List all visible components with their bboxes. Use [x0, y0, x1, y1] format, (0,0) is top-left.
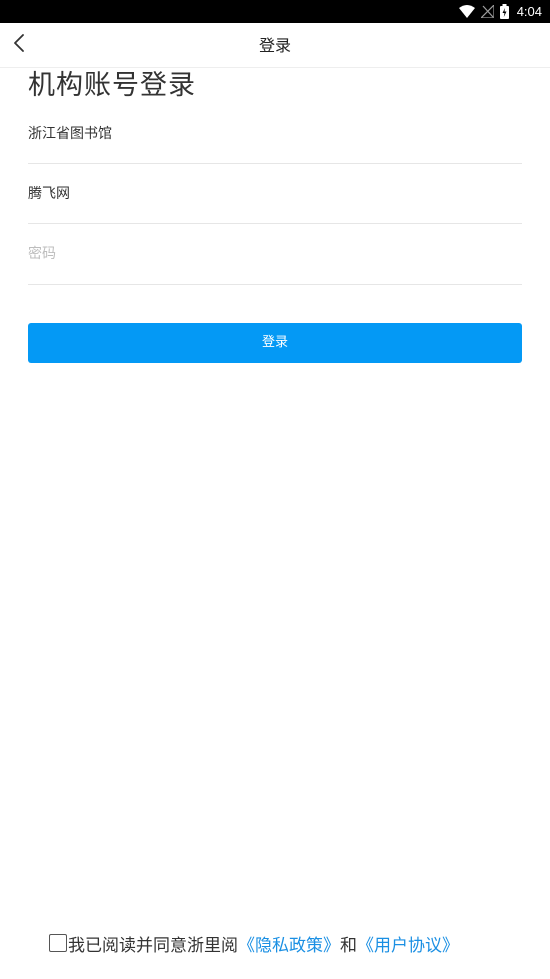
password-input[interactable]: [28, 224, 522, 284]
agree-checkbox[interactable]: [49, 934, 67, 952]
privacy-policy-link[interactable]: 《隐私政策》: [238, 931, 340, 956]
user-agreement-link[interactable]: 《用户协议》: [357, 931, 459, 956]
agreement-row: 我已阅读并同意浙里阅 《隐私政策》 和 《用户协议》: [49, 930, 459, 956]
login-button[interactable]: 登录: [28, 323, 522, 363]
institution-field[interactable]: 浙江省图书馆: [28, 104, 522, 164]
nav-title: 登录: [258, 36, 291, 55]
password-field: [28, 224, 522, 285]
no-signal-icon: [480, 5, 494, 18]
page-title: 机构账号登录: [28, 70, 196, 101]
account-field[interactable]: 腾飞网: [28, 164, 522, 224]
status-bar: 4:04: [0, 0, 550, 23]
battery-icon: [499, 4, 509, 19]
wifi-icon: [458, 5, 475, 18]
agreement-text: 我已阅读并同意浙里阅: [68, 935, 238, 956]
institution-value: 浙江省图书馆: [28, 126, 112, 142]
status-icons: 4:04: [458, 0, 542, 23]
agreement-and: 和: [340, 935, 357, 956]
account-value: 腾飞网: [28, 186, 70, 202]
status-time: 4:04: [516, 4, 542, 19]
nav-bar: 登录: [0, 23, 550, 68]
